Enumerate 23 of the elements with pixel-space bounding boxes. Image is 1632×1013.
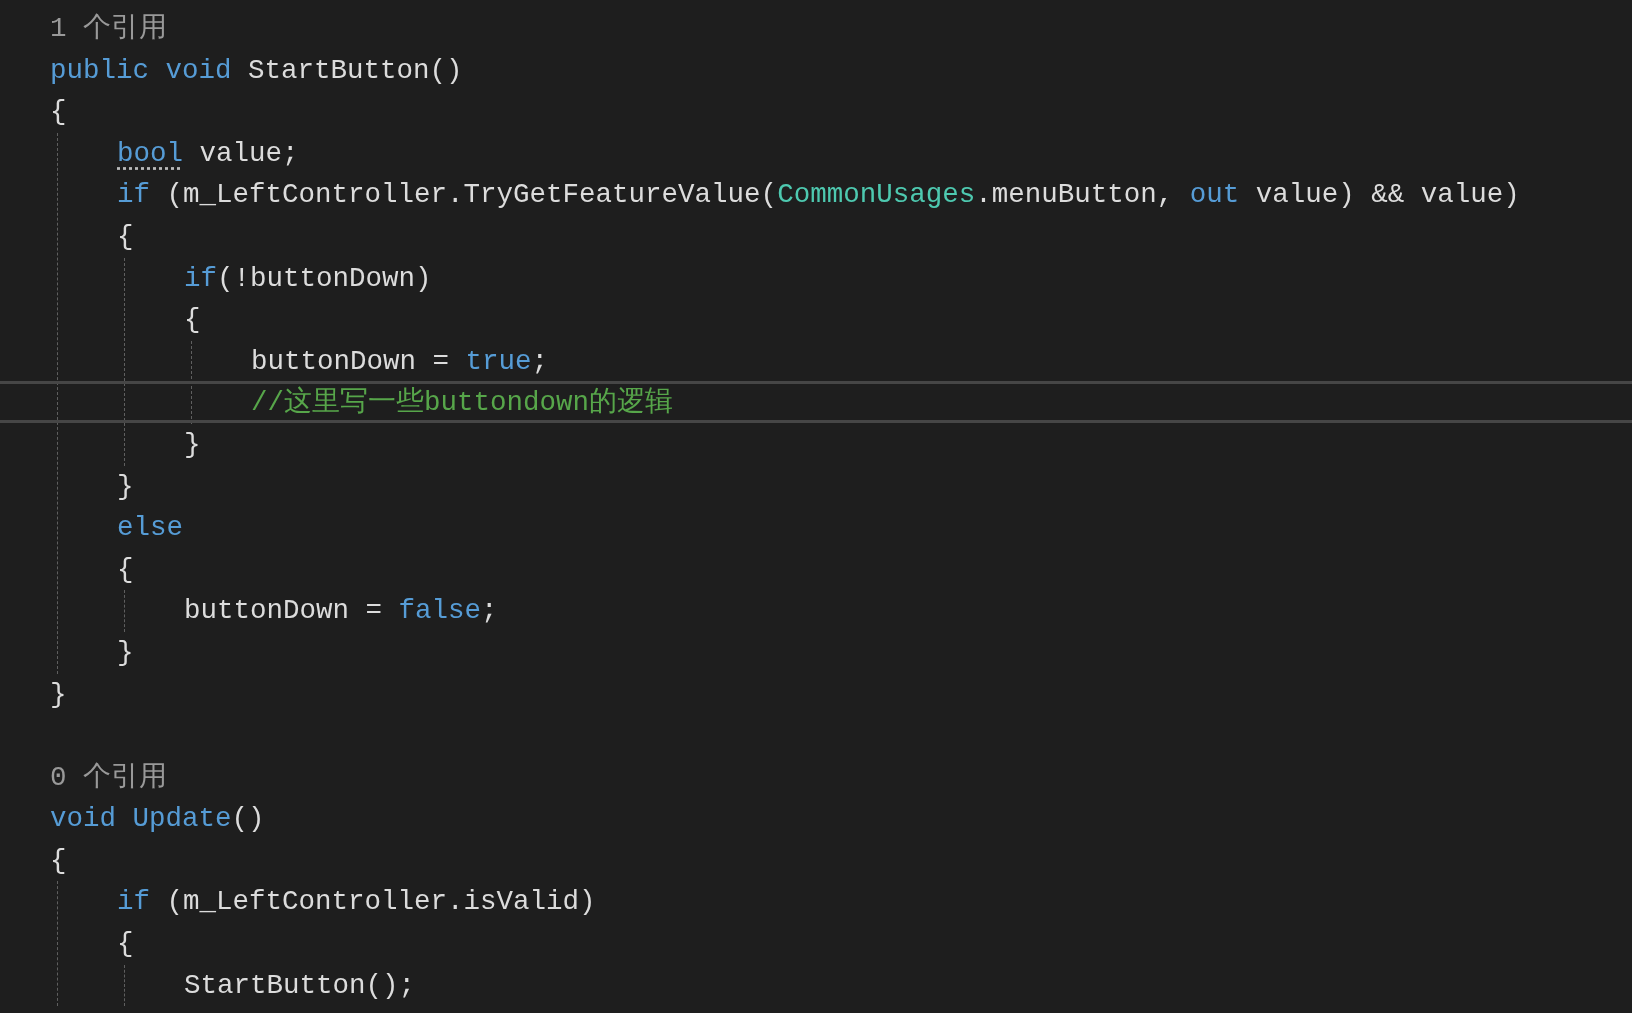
code-line: if(!buttonDown) [184, 261, 432, 296]
code-line: buttonDown = true; [251, 344, 549, 379]
code-line: } [117, 635, 134, 670]
code-line: } [184, 427, 201, 462]
code-line: } [50, 677, 67, 712]
code-line: if (m_LeftController.TryGetFeatureValue(CommonUsages.menuButton, out value) && value) [117, 178, 1520, 213]
code-line: bool value; [117, 136, 299, 171]
code-line: StartButton(); [184, 968, 416, 1003]
code-line: } [117, 469, 134, 504]
code-line: { [50, 95, 67, 130]
code-line: void Update() [50, 802, 265, 837]
code-line: buttonDown = false; [184, 594, 498, 629]
reference-count[interactable]: 0 个引用 [50, 756, 167, 799]
code-line: { [184, 303, 201, 338]
code-line: { [117, 219, 134, 254]
code-line: //这里写一些buttondown的逻辑 [251, 385, 674, 421]
code-line: { [117, 927, 134, 962]
code-line: { [117, 552, 134, 587]
code-line: public void StartButton() [50, 53, 463, 88]
code-line: { [50, 843, 67, 878]
code-line: if (m_LeftController.isValid) [117, 885, 596, 920]
code-line: else [117, 511, 183, 546]
reference-count[interactable]: 1 个引用 [50, 8, 167, 50]
